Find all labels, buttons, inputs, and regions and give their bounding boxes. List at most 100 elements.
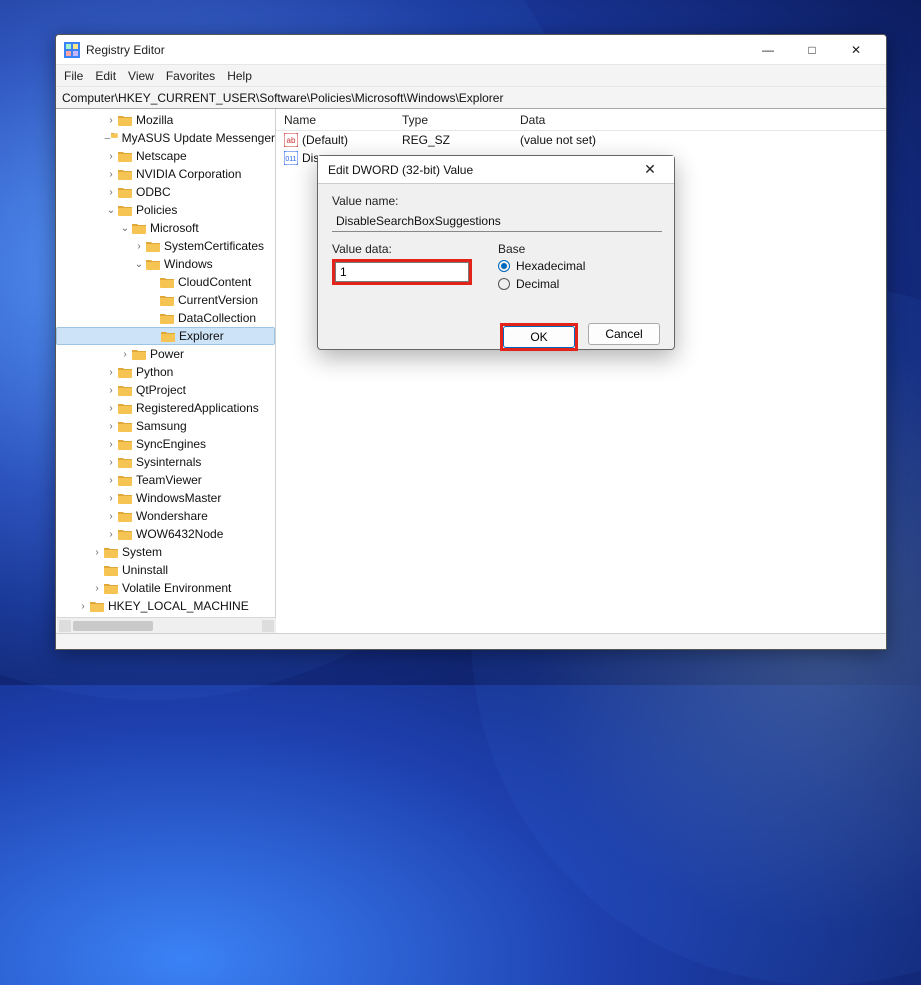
expander-icon[interactable]: ⌄ (104, 205, 118, 216)
tree-item-label: SyncEngines (136, 437, 206, 451)
expander-icon[interactable]: › (104, 493, 118, 504)
tree-item-wondershare[interactable]: ›Wondershare (56, 507, 275, 525)
tree-item-label: CloudContent (178, 275, 251, 289)
expander-icon[interactable]: › (104, 169, 118, 180)
expander-icon[interactable]: › (90, 547, 104, 558)
tree-item-label: MyASUS Update Messenger (122, 131, 275, 145)
value-data-input[interactable] (335, 262, 469, 282)
tree-item-syncengines[interactable]: › SyncEngines (56, 435, 275, 453)
col-name[interactable]: Name (276, 113, 394, 127)
tree-item-samsung[interactable]: ›Samsung (56, 417, 275, 435)
tree-item-wow6432node[interactable]: ›WOW6432Node (56, 525, 275, 543)
expander-icon[interactable]: › (104, 367, 118, 378)
expander-icon[interactable]: › (76, 601, 90, 612)
menu-edit[interactable]: Edit (95, 69, 116, 83)
tree-item-hkey_local_machine[interactable]: ›HKEY_LOCAL_MACHINE (56, 597, 275, 615)
menu-view[interactable]: View (128, 69, 154, 83)
tree-item-system[interactable]: › System (56, 543, 275, 561)
expander-icon[interactable]: › (104, 421, 118, 432)
address-path: Computer\HKEY_CURRENT_USER\Software\Poli… (62, 91, 503, 105)
tree-item-volatile-environment[interactable]: ›Volatile Environment (56, 579, 275, 597)
tree-item-windows[interactable]: ⌄ Windows (56, 255, 275, 273)
tree-item-registeredapplications[interactable]: ›RegisteredApplications (56, 399, 275, 417)
expander-icon[interactable]: › (104, 151, 118, 162)
tree-item-python[interactable]: ›Python (56, 363, 275, 381)
menu-help[interactable]: Help (227, 69, 252, 83)
tree-item-nvidia-corporation[interactable]: › NVIDIA Corporation (56, 165, 275, 183)
menu-file[interactable]: File (64, 69, 83, 83)
expander-icon[interactable]: ⌄ (132, 259, 146, 270)
maximize-button[interactable]: □ (790, 35, 834, 65)
col-data[interactable]: Data (512, 113, 886, 127)
radio-icon (498, 260, 510, 272)
tree-item-teamviewer[interactable]: ›TeamViewer (56, 471, 275, 489)
radio-decimal[interactable]: Decimal (498, 277, 585, 291)
expander-icon[interactable]: › (104, 457, 118, 468)
value-name-field[interactable]: DisableSearchBoxSuggestions (332, 211, 662, 232)
tree-item-label: System (122, 545, 162, 559)
tree-item-label: NVIDIA Corporation (136, 167, 241, 181)
tree-item-sysinternals[interactable]: ›Sysinternals (56, 453, 275, 471)
svg-text:ab: ab (287, 136, 296, 145)
address-bar[interactable]: Computer\HKEY_CURRENT_USER\Software\Poli… (56, 87, 886, 109)
dialog-titlebar[interactable]: Edit DWORD (32-bit) Value ✕ (318, 156, 674, 184)
tree-item-myasus-update-messenger[interactable]: –MyASUS Update Messenger (56, 129, 275, 147)
list-header: Name Type Data (276, 109, 886, 131)
expander-icon[interactable]: › (104, 385, 118, 396)
tree-item-label: Mozilla (136, 113, 173, 127)
folder-icon (118, 186, 132, 198)
menu-favorites[interactable]: Favorites (166, 69, 215, 83)
tree-item-mozilla[interactable]: › Mozilla (56, 111, 275, 129)
tree-pane[interactable]: ›Mozilla–MyASUS Update Messenger›Netscap… (56, 109, 276, 633)
dialog-close-button[interactable]: ✕ (636, 156, 664, 184)
tree-item-windowsmaster[interactable]: ›WindowsMaster (56, 489, 275, 507)
close-button[interactable]: ✕ (834, 35, 878, 65)
folder-icon (118, 384, 132, 396)
tree-item-label: QtProject (136, 383, 186, 397)
titlebar[interactable]: Registry Editor — □ ✕ (56, 35, 886, 65)
tree-item-policies[interactable]: ⌄Policies (56, 201, 275, 219)
tree-item-label: Power (150, 347, 184, 361)
expander-icon[interactable]: › (104, 439, 118, 450)
col-type[interactable]: Type (394, 113, 512, 127)
folder-icon (118, 438, 132, 450)
expander-icon[interactable]: ⌄ (118, 223, 132, 234)
folder-icon (118, 528, 132, 540)
expander-icon[interactable]: › (104, 529, 118, 540)
tree-item-datacollection[interactable]: DataCollection (56, 309, 275, 327)
tree-horizontal-scrollbar[interactable] (57, 617, 276, 633)
folder-icon (111, 132, 118, 144)
tree-item-explorer[interactable]: Explorer (56, 327, 275, 345)
expander-icon[interactable]: › (90, 583, 104, 594)
tree-item-microsoft[interactable]: ⌄Microsoft (56, 219, 275, 237)
expander-icon[interactable]: › (104, 187, 118, 198)
cancel-button[interactable]: Cancel (588, 323, 660, 345)
tree-item-uninstall[interactable]: Uninstall (56, 561, 275, 579)
tree-item-label: Windows (164, 257, 213, 271)
folder-icon (132, 348, 146, 360)
ok-button[interactable]: OK (503, 326, 575, 348)
scrollbar-thumb[interactable] (73, 621, 153, 631)
tree-item-netscape[interactable]: ›Netscape (56, 147, 275, 165)
tree-item-currentversion[interactable]: CurrentVersion (56, 291, 275, 309)
expander-icon[interactable]: › (104, 511, 118, 522)
tree-item-qtproject[interactable]: › QtProject (56, 381, 275, 399)
radio-hexadecimal[interactable]: Hexadecimal (498, 259, 585, 273)
expander-icon[interactable]: › (104, 403, 118, 414)
expander-icon[interactable]: › (104, 115, 118, 126)
tree-item-systemcertificates[interactable]: ›SystemCertificates (56, 237, 275, 255)
folder-icon (146, 258, 160, 270)
tree-item-cloudcontent[interactable]: CloudContent (56, 273, 275, 291)
tree-item-odbc[interactable]: ›ODBC (56, 183, 275, 201)
expander-icon[interactable]: › (118, 349, 132, 360)
list-row[interactable]: ab(Default)REG_SZ(value not set) (276, 131, 886, 149)
folder-icon (118, 204, 132, 216)
tree-item-label: CurrentVersion (178, 293, 258, 307)
tree-item-power[interactable]: › Power (56, 345, 275, 363)
expander-icon[interactable]: › (132, 241, 146, 252)
folder-icon (160, 276, 174, 288)
expander-icon[interactable]: – (104, 133, 111, 144)
minimize-button[interactable]: — (746, 35, 790, 65)
folder-icon (118, 492, 132, 504)
expander-icon[interactable]: › (104, 475, 118, 486)
